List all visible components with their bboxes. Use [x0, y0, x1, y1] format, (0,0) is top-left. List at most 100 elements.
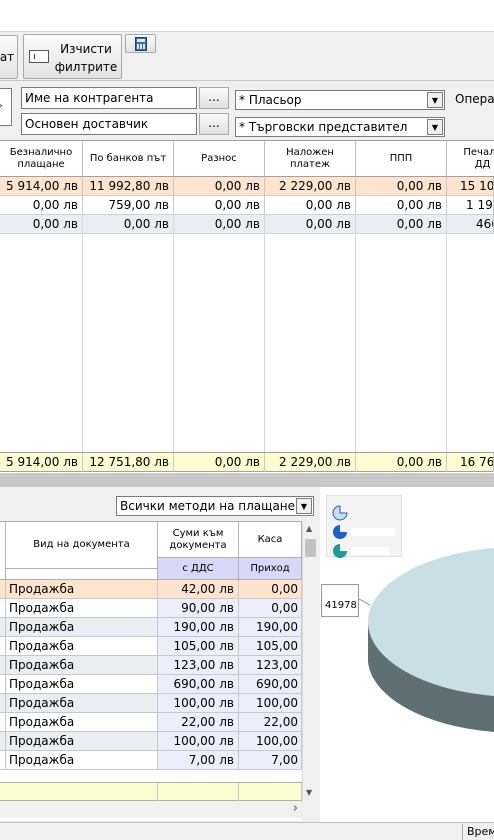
sales-rep-select[interactable]: * Търговски представител ▼: [235, 117, 445, 137]
table-cell: 22,00: [239, 713, 302, 732]
table-cell: 0,00: [239, 580, 302, 599]
table-cell: 100,00: [239, 732, 302, 751]
horizontal-scrollbar[interactable]: ›: [0, 801, 302, 818]
table-cell: Продажба: [6, 580, 158, 599]
grid-divider: [82, 214, 83, 452]
table-row[interactable]: Продажба 42,00 лв 0,00: [0, 580, 302, 599]
table-cell: 0,00: [239, 599, 302, 618]
total-cell: [6, 783, 158, 802]
table-row[interactable]: Продажба 105,00 лв 105,00: [0, 637, 302, 656]
grid-divider: [173, 214, 174, 452]
vertical-scrollbar[interactable]: ▲ ▼: [302, 521, 318, 803]
chevron-down-icon: ▼: [296, 498, 312, 514]
table-row[interactable]: 0,00 лв 759,00 лв 0,00 лв 0,00 лв 0,00 л…: [0, 196, 494, 215]
column-header-blank: [6, 569, 158, 580]
table-cell: 2 229,00 лв: [265, 177, 356, 196]
supplier-lookup-button[interactable]: ...: [199, 113, 229, 135]
table-cell: Продажба: [6, 751, 158, 770]
column-header-cash[interactable]: Каса: [239, 522, 302, 558]
scroll-down-icon[interactable]: ▼: [306, 788, 312, 797]
grid-divider: [446, 214, 447, 452]
table-row[interactable]: Продажба 123,00 лв 123,00: [0, 656, 302, 675]
table-cell: 15 100: [447, 177, 494, 196]
pie-chart-panel: 41978: [320, 487, 494, 822]
clear-filters-button[interactable]: Изчисти филтрите: [23, 34, 122, 79]
table-cell: 0,00 лв: [265, 215, 356, 234]
table-row[interactable]: Продажба 100,00 лв 100,00: [0, 732, 302, 751]
time-label: Врем: [467, 825, 494, 838]
chevron-right-icon: ›: [0, 98, 9, 114]
payment-methods-select[interactable]: Всички методи на плащане ▼: [116, 496, 314, 516]
table-cell: 100,00 лв: [158, 694, 239, 713]
table-cell: 5 914,00 лв: [0, 177, 83, 196]
table-cell: Продажба: [6, 713, 158, 732]
table-cell: 466: [447, 215, 494, 234]
documents-panel: Всички методи на плащане ▼ Вид на докуме…: [0, 487, 320, 822]
table-row[interactable]: Продажба 690,00 лв 690,00: [0, 675, 302, 694]
payment-methods-select-value: Всички методи на плащане: [120, 499, 296, 513]
scroll-thumb[interactable]: [305, 539, 316, 557]
status-bar: Врем: [0, 822, 494, 840]
column-header-ppp[interactable]: ППП: [356, 141, 447, 177]
column-header-income[interactable]: Приход: [239, 558, 302, 580]
table-row[interactable]: Продажба 100,00 лв 100,00: [0, 694, 302, 713]
table-cell: 0,00 лв: [356, 196, 447, 215]
total-cell: [158, 783, 239, 802]
counterparty-name-field[interactable]: Име на контрагента: [21, 87, 197, 109]
table-row[interactable]: Продажба 190,00 лв 190,00: [0, 618, 302, 637]
total-cell: 0,00 лв: [356, 453, 447, 472]
placement-select[interactable]: * Пласьор ▼: [235, 90, 445, 110]
summary-grid: Безналично плащане По банков път Разнос …: [0, 140, 494, 473]
placement-select-value: * Пласьор: [239, 93, 302, 107]
total-cell: 0,00 лв: [174, 453, 265, 472]
table-cell: 90,00 лв: [158, 599, 239, 618]
table-cell: 105,00: [239, 637, 302, 656]
column-header-doc-type[interactable]: Вид на документа: [6, 522, 158, 569]
table-cell: 123,00 лв: [158, 656, 239, 675]
table-cell: Продажба: [6, 637, 158, 656]
left-partial-button[interactable]: ат: [0, 35, 18, 79]
main-supplier-field[interactable]: Основен доставчик: [21, 113, 197, 135]
scroll-right-icon[interactable]: ›: [293, 801, 298, 816]
table-row[interactable]: Продажба 7,00 лв 7,00: [0, 751, 302, 770]
toolbar: ат Изчисти филтрите: [0, 32, 494, 80]
sales-rep-select-value: * Търговски представител: [239, 120, 408, 134]
table-cell: 0,00 лв: [356, 215, 447, 234]
table-cell: 690,00 лв: [158, 675, 239, 694]
column-header-bank[interactable]: По банков път: [83, 141, 174, 177]
column-header-doc-sums[interactable]: Суми към документа: [158, 522, 239, 558]
table-cell: 0,00 лв: [356, 177, 447, 196]
counterparty-lookup-button[interactable]: ...: [199, 87, 229, 109]
table-cell: 42,00 лв: [158, 580, 239, 599]
total-cell: [239, 783, 302, 802]
table-row[interactable]: Продажба 90,00 лв 0,00: [0, 599, 302, 618]
column-header-cod[interactable]: Наложен платеж: [265, 141, 356, 177]
column-header-cashless[interactable]: Безналично плащане: [0, 141, 83, 177]
column-header-with-vat[interactable]: с ДДС: [158, 558, 239, 580]
left-partial-button-label: ат: [0, 50, 15, 64]
totals-row: 5 914,00 лв 12 751,80 лв 0,00 лв 2 229,0…: [0, 452, 494, 472]
chevron-down-icon: ▼: [427, 119, 443, 135]
pie-3d: [358, 547, 494, 732]
table-cell: 0,00 лв: [174, 177, 265, 196]
table-row[interactable]: 0,00 лв 0,00 лв 0,00 лв 0,00 лв 0,00 лв …: [0, 215, 494, 234]
scroll-up-icon[interactable]: ▲: [306, 524, 312, 533]
calculator-button[interactable]: [125, 34, 156, 53]
column-header-profit[interactable]: Печалб ДД: [447, 141, 494, 177]
table-cell: Продажба: [6, 618, 158, 637]
filter-panel: › Име на контрагента ... Основен доставч…: [0, 80, 494, 140]
left-partial-combo[interactable]: ›: [0, 88, 12, 126]
documents-totals-row: [0, 782, 302, 802]
table-cell: 7,00 лв: [158, 751, 239, 770]
table-cell: 105,00 лв: [158, 637, 239, 656]
table-cell: 0,00 лв: [83, 215, 174, 234]
table-cell: 190,00 лв: [158, 618, 239, 637]
table-row[interactable]: 5 914,00 лв 11 992,80 лв 0,00 лв 2 229,0…: [0, 177, 494, 196]
splitter[interactable]: [0, 473, 494, 487]
column-header-delivery[interactable]: Разнос: [174, 141, 265, 177]
grid-divider: [264, 214, 265, 452]
table-row[interactable]: Продажба 22,00 лв 22,00: [0, 713, 302, 732]
table-cell: 0,00 лв: [265, 196, 356, 215]
table-cell: 0,00 лв: [174, 215, 265, 234]
window-top-strip: [0, 0, 494, 32]
